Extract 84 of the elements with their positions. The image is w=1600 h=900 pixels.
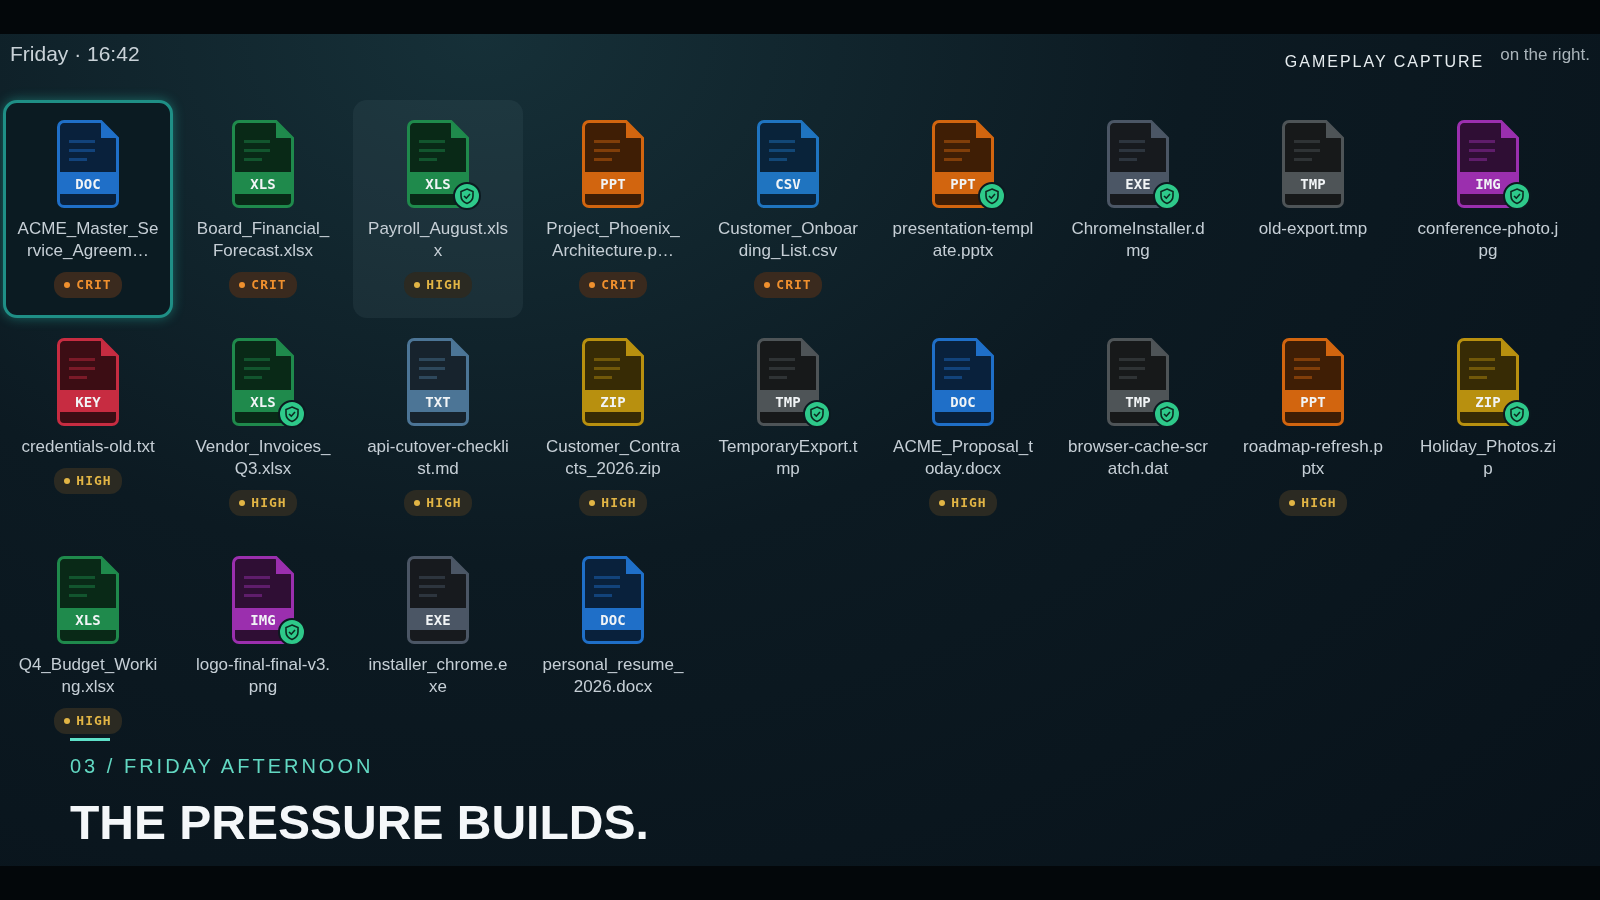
file-name: presentation-template.pptx bbox=[892, 218, 1034, 262]
file-name: Payroll_August.xlsx bbox=[367, 218, 509, 262]
file-type-label: DOC bbox=[949, 393, 977, 411]
file-tile[interactable]: TXT api-cutover-checklist.md HIGH bbox=[353, 318, 523, 536]
file-tile[interactable]: XLS Vendor_Invoices_Q3.xlsx HIGH bbox=[178, 318, 348, 536]
file-name: ChromeInstaller.dmg bbox=[1070, 218, 1206, 262]
chapter-title: THE PRESSURE BUILDS. bbox=[70, 795, 649, 851]
file-type-label: EXE bbox=[1124, 175, 1152, 193]
file-name: Holiday_Photos.zip bbox=[1418, 436, 1558, 480]
accent-rule bbox=[70, 738, 110, 741]
file-type-label: CSV bbox=[774, 175, 802, 193]
file-type-label: XLS bbox=[249, 393, 277, 411]
file-type-label: PPT bbox=[1299, 393, 1327, 411]
file-tile[interactable]: EXE ChromeInstaller.dmg bbox=[1053, 100, 1223, 318]
file-type-label: XLS bbox=[424, 175, 452, 193]
severity-tag: HIGH bbox=[404, 272, 472, 298]
file-tile[interactable]: EXE installer_chrome.exe bbox=[353, 536, 523, 736]
severity-tag: CRIT bbox=[229, 272, 297, 298]
severity-tag: CRIT bbox=[579, 272, 647, 298]
file-type-label: IMG bbox=[249, 611, 277, 629]
file-name: TemporaryExport.tmp bbox=[717, 436, 859, 480]
file-type-label: PPT bbox=[949, 175, 977, 193]
chapter-label: 03 / FRIDAY AFTERNOON bbox=[70, 754, 375, 779]
file-tile[interactable]: TMP old-export.tmp bbox=[1228, 100, 1398, 318]
file-name: credentials-old.txt bbox=[20, 436, 156, 458]
file-type-label: TXT bbox=[424, 393, 452, 411]
file-type-label: DOC bbox=[74, 175, 102, 193]
file-tile[interactable]: XLS Board_Financial_Forecast.xlsx CRIT bbox=[178, 100, 348, 318]
file-name: ACME_Proposal_today.docx bbox=[892, 436, 1034, 480]
file-name: Project_Phoenix_Architecture.p… bbox=[545, 218, 681, 262]
file-tile[interactable]: ZIP Customer_Contracts_2026.zip HIGH bbox=[528, 318, 698, 536]
file-tile[interactable]: PPT roadmap-refresh.pptx HIGH bbox=[1228, 318, 1398, 536]
file-type-label: DOC bbox=[599, 611, 627, 629]
file-type-label: IMG bbox=[1474, 175, 1502, 193]
severity-tag: CRIT bbox=[54, 272, 122, 298]
file-tile[interactable]: DOC ACME_Master_Service_Agreem… CRIT bbox=[3, 100, 173, 318]
file-tile[interactable]: TMP TemporaryExport.tmp bbox=[703, 318, 873, 536]
file-type-label: KEY bbox=[74, 393, 102, 411]
file-name: Board_Financial_Forecast.xlsx bbox=[195, 218, 331, 262]
file-name: personal_resume_2026.docx bbox=[542, 654, 684, 698]
severity-tag: HIGH bbox=[579, 490, 647, 516]
file-name: roadmap-refresh.pptx bbox=[1242, 436, 1384, 480]
file-name: Vendor_Invoices_Q3.xlsx bbox=[194, 436, 332, 480]
file-name: Customer_Contracts_2026.zip bbox=[544, 436, 682, 480]
clock-time: Friday · 16:42 bbox=[10, 41, 140, 67]
capture-label: GAMEPLAY CAPTURE bbox=[1284, 52, 1485, 72]
file-tile[interactable]: DOC personal_resume_2026.docx bbox=[528, 536, 698, 736]
severity-tag: HIGH bbox=[1279, 490, 1347, 516]
file-type-label: TMP bbox=[1124, 393, 1152, 411]
file-type-label: PPT bbox=[599, 175, 627, 193]
file-type-label: TMP bbox=[1299, 175, 1327, 193]
file-name: Q4_Budget_Working.xlsx bbox=[17, 654, 159, 698]
file-type-label: XLS bbox=[74, 611, 102, 629]
severity-tag: HIGH bbox=[929, 490, 997, 516]
file-name: logo-final-final-v3.png bbox=[194, 654, 332, 698]
file-tile[interactable]: IMG conference-photo.jpg bbox=[1403, 100, 1573, 318]
file-tile[interactable]: DOC ACME_Proposal_today.docx HIGH bbox=[878, 318, 1048, 536]
file-type-label: TMP bbox=[774, 393, 802, 411]
file-type-label: EXE bbox=[424, 611, 452, 629]
file-name: browser-cache-scratch.dat bbox=[1067, 436, 1209, 480]
subtitle-fragment: on the right. bbox=[1500, 44, 1590, 66]
file-tile[interactable]: CSV Customer_Onboarding_List.csv CRIT bbox=[703, 100, 873, 318]
file-type-label: ZIP bbox=[1474, 393, 1502, 411]
file-name: ACME_Master_Service_Agreem… bbox=[17, 218, 159, 262]
severity-tag: HIGH bbox=[229, 490, 297, 516]
file-tile[interactable]: TMP browser-cache-scratch.dat bbox=[1053, 318, 1223, 536]
file-tile[interactable]: PPT presentation-template.pptx bbox=[878, 100, 1048, 318]
file-name: conference-photo.jpg bbox=[1417, 218, 1559, 262]
severity-tag: HIGH bbox=[404, 490, 472, 516]
file-tile[interactable]: XLS Q4_Budget_Working.xlsx HIGH bbox=[3, 536, 173, 736]
file-name: Customer_Onboarding_List.csv bbox=[717, 218, 859, 262]
file-name: api-cutover-checklist.md bbox=[367, 436, 509, 480]
file-tile[interactable]: ZIP Holiday_Photos.zip bbox=[1403, 318, 1573, 536]
file-tile[interactable]: PPT Project_Phoenix_Architecture.p… CRIT bbox=[528, 100, 698, 318]
file-type-label: XLS bbox=[249, 175, 277, 193]
severity-tag: CRIT bbox=[754, 272, 822, 298]
file-tile[interactable]: XLS Payroll_August.xlsx HIGH bbox=[353, 100, 523, 318]
file-tile[interactable]: IMG logo-final-final-v3.png bbox=[178, 536, 348, 736]
file-tile[interactable]: KEY credentials-old.txt HIGH bbox=[3, 318, 173, 536]
severity-tag: HIGH bbox=[54, 468, 122, 494]
file-name: old-export.tmp bbox=[1257, 218, 1369, 240]
file-name: installer_chrome.exe bbox=[367, 654, 509, 698]
severity-tag: HIGH bbox=[54, 708, 122, 734]
file-type-label: ZIP bbox=[599, 393, 627, 411]
